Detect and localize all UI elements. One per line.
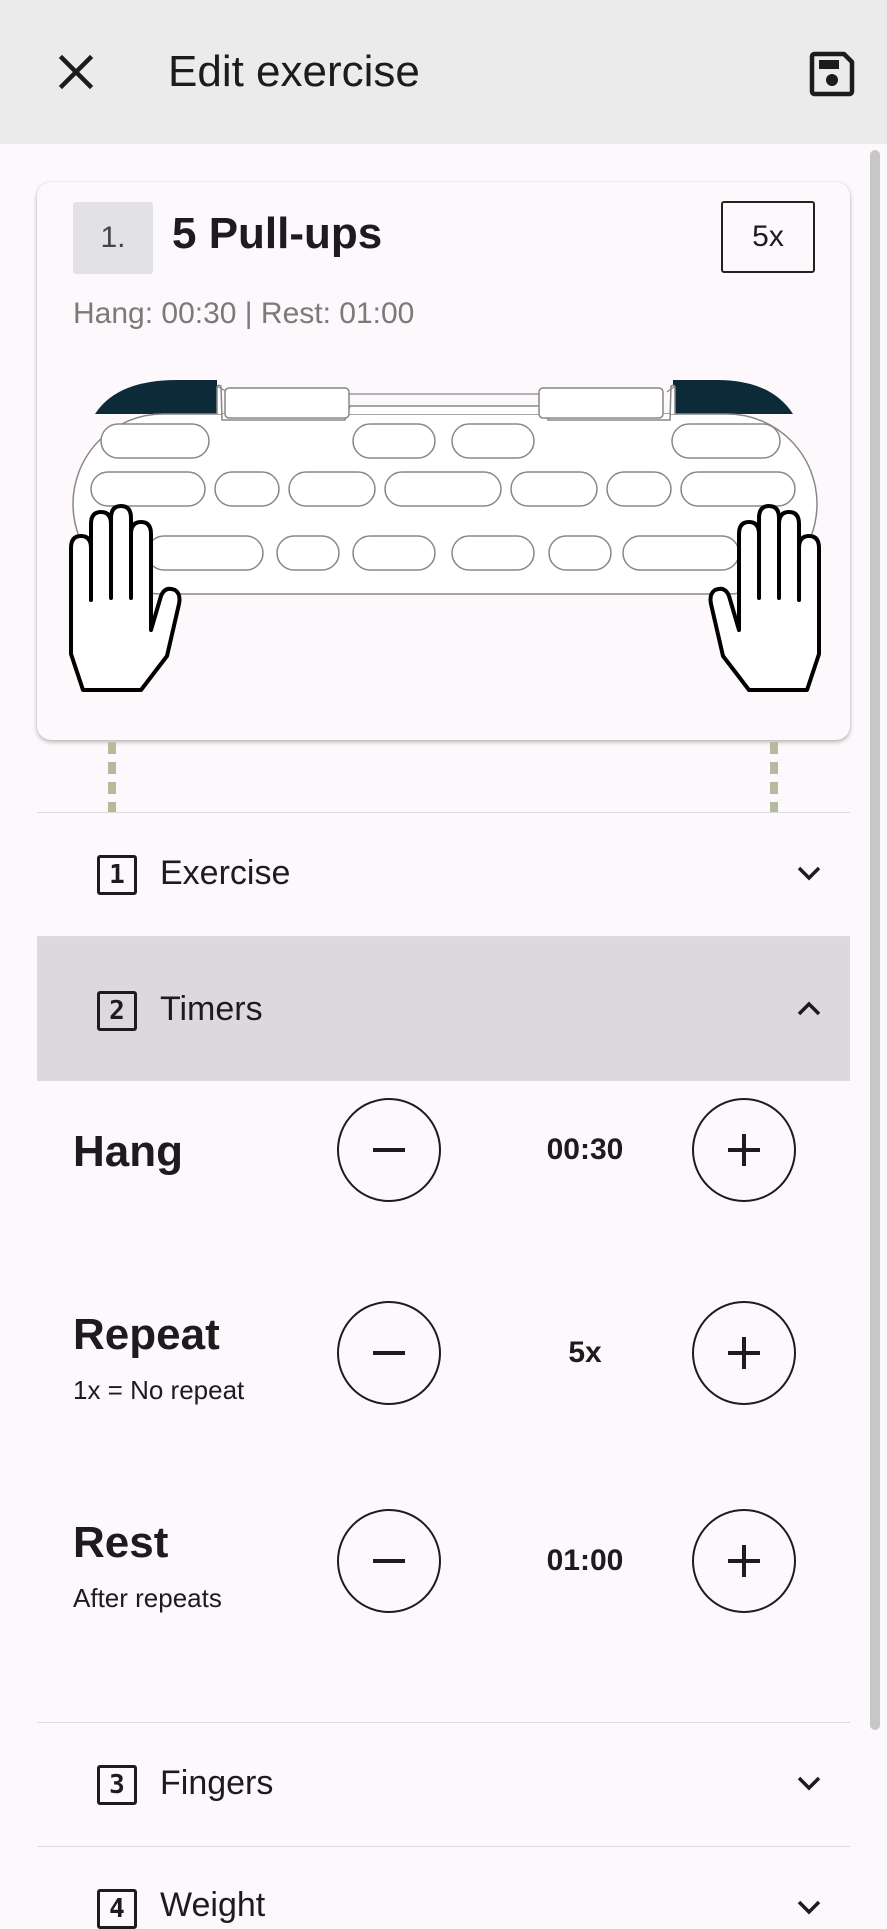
rest-hint: After repeats xyxy=(73,1583,222,1613)
repeat-increment-button[interactable] xyxy=(692,1301,796,1405)
section-exercise-label: Exercise xyxy=(160,854,291,892)
scrollbar[interactable] xyxy=(870,150,880,1730)
exercise-card: 1. 5 Pull-ups 5x Hang: 00:30 | Rest: 01:… xyxy=(37,182,850,740)
rest-decrement-button[interactable] xyxy=(337,1509,441,1613)
minus-icon xyxy=(373,1351,405,1355)
number-2-icon: 2 xyxy=(97,991,137,1031)
chevron-down-icon xyxy=(797,1776,821,1791)
close-icon[interactable] xyxy=(52,48,100,96)
chevron-up-icon xyxy=(797,1001,821,1016)
exercise-number: 1. xyxy=(73,202,153,274)
hang-increment-button[interactable] xyxy=(692,1098,796,1202)
plus-icon xyxy=(728,1337,760,1369)
section-weight-label: Weight xyxy=(160,1886,266,1924)
exercise-title: 5 Pull-ups xyxy=(172,209,383,258)
rest-increment-button[interactable] xyxy=(692,1509,796,1613)
plus-icon xyxy=(728,1545,760,1577)
exercise-summary: Hang: 00:30 | Rest: 01:00 xyxy=(73,297,415,330)
hang-label: Hang xyxy=(73,1127,183,1176)
minus-icon xyxy=(373,1148,405,1152)
section-fingers: 3 Fingers xyxy=(37,1722,850,1847)
hangboard-illustration xyxy=(67,372,823,708)
chevron-down-icon xyxy=(797,1900,821,1915)
repeat-decrement-button[interactable] xyxy=(337,1301,441,1405)
number-4-icon: 4 xyxy=(97,1889,137,1929)
section-exercise: 1 Exercise xyxy=(37,812,850,937)
repeat-badge: 5x xyxy=(721,201,815,273)
connector-right xyxy=(770,742,778,812)
section-timers-header[interactable]: 2 Timers xyxy=(37,937,850,1081)
minus-icon xyxy=(373,1559,405,1563)
section-weight-header[interactable]: 4 Weight xyxy=(37,1847,850,1929)
rest-label: Rest xyxy=(73,1518,169,1567)
rest-timer-row: Rest After repeats 01:00 xyxy=(37,1509,850,1629)
section-fingers-label: Fingers xyxy=(160,1764,274,1802)
number-3-icon: 3 xyxy=(97,1765,137,1805)
section-weight: 4 Weight xyxy=(37,1846,850,1929)
section-exercise-header[interactable]: 1 Exercise xyxy=(37,813,850,933)
top-app-bar: Edit exercise xyxy=(0,0,887,144)
number-1-icon: 1 xyxy=(97,855,137,895)
hang-timer-row: Hang 00:30 xyxy=(37,1098,850,1218)
chevron-down-icon xyxy=(797,866,821,881)
save-icon[interactable] xyxy=(808,50,856,98)
rest-value: 01:00 xyxy=(546,1544,624,1577)
repeat-label: Repeat xyxy=(73,1310,220,1359)
hang-value: 00:30 xyxy=(546,1133,624,1166)
section-timers-label: Timers xyxy=(160,990,263,1028)
repeat-hint: 1x = No repeat xyxy=(73,1375,245,1405)
connector-left xyxy=(108,742,116,812)
repeat-timer-row: Repeat 1x = No repeat 5x xyxy=(37,1301,850,1421)
hang-decrement-button[interactable] xyxy=(337,1098,441,1202)
plus-icon xyxy=(728,1134,760,1166)
page-title: Edit exercise xyxy=(168,47,420,96)
section-fingers-header[interactable]: 3 Fingers xyxy=(37,1723,850,1843)
repeat-value: 5x xyxy=(568,1336,602,1369)
